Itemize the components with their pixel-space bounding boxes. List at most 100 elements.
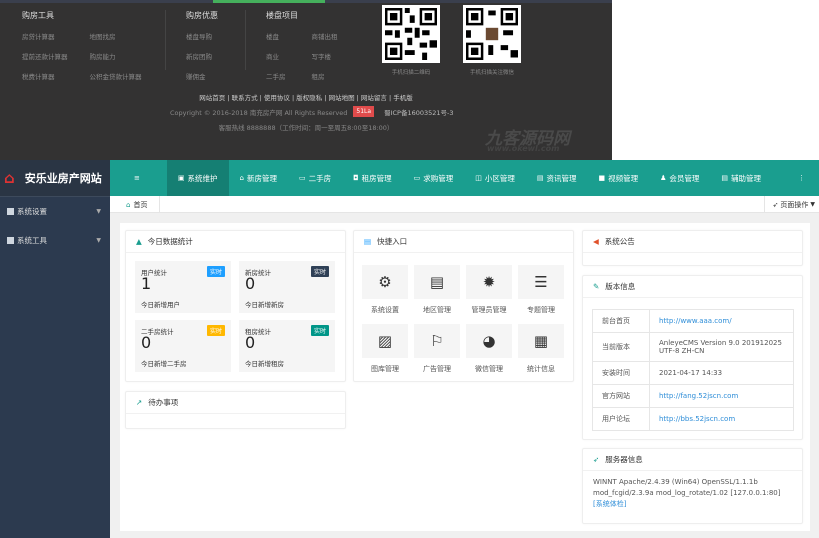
quick-link-icon: ☰ xyxy=(534,273,548,291)
nav-label: 辅助管理 xyxy=(731,173,762,183)
footer-col-title: 购房工具 xyxy=(22,11,54,20)
card-title: 今日数据统计 xyxy=(147,237,193,246)
card-title: 服务器信息 xyxy=(605,455,643,464)
nav-icon: ♟ xyxy=(660,174,667,182)
footer-nav-links[interactable]: 网站首页 | 联系方式 | 使用协议 | 版权隐私 | 网站地图 | 网站留言 … xyxy=(0,92,612,102)
nav-icon: ▣ xyxy=(177,174,185,182)
quick-link-label[interactable]: 系统设置 xyxy=(359,305,411,315)
footer-link[interactable]: 二手房 xyxy=(266,71,286,81)
nav-icon: ⋮ xyxy=(798,174,805,182)
breadcrumb-label: 首页 xyxy=(133,200,148,209)
stat-sub: 今日新增新房 xyxy=(245,301,284,309)
nav-item[interactable]: ■ 视频管理 xyxy=(588,160,650,196)
nav-label: 资讯管理 xyxy=(546,173,577,183)
megaphone-icon: ◀ xyxy=(593,237,599,246)
breadcrumb-bar: ⌂ 首页 ➶ 页面操作 ▼ xyxy=(110,196,819,213)
quick-link-button[interactable]: ⚙ xyxy=(362,265,408,299)
quick-link-button[interactable]: ✹ xyxy=(466,265,512,299)
nav-item[interactable]: ♟ 会员管理 xyxy=(649,160,710,196)
version-table: 前台首页 http://www.aaa.com/当前版本 AnleyeCMS Ver… xyxy=(592,309,794,431)
quick-link-button[interactable]: ▨ xyxy=(362,324,408,358)
footer-link[interactable]: 楼盘 xyxy=(266,31,286,41)
quick-link-icon: ⚐ xyxy=(430,332,444,350)
site-name: 安乐业房产网站 xyxy=(24,172,102,185)
footer-link[interactable]: 赚佣金 xyxy=(186,71,218,81)
card-title: 快捷入口 xyxy=(377,237,408,246)
stat-value: 0 xyxy=(245,333,256,352)
row-text: 2021-04-17 14:33 xyxy=(659,369,723,377)
footer-link[interactable]: 楼盘导购 xyxy=(186,31,218,41)
quick-link-label[interactable]: 专题管理 xyxy=(515,305,567,315)
todo-card: ↗ 待办事项 xyxy=(125,391,346,429)
quick-link-label[interactable]: 管理员管理 xyxy=(463,305,515,315)
page-ops-dropdown[interactable]: ➶ 页面操作 ▼ xyxy=(763,196,819,213)
nav-item[interactable]: ◘ 租房管理 xyxy=(342,160,403,196)
nav-item[interactable]: ≡ xyxy=(110,160,167,196)
quick-link-button[interactable]: ▦ xyxy=(518,324,564,358)
version-info-card: ✎ 版本信息 前台首页 http://www.aaa.com/当前版本 AnleyeC… xyxy=(582,275,803,440)
footer-link[interactable]: 提前还款计算器 xyxy=(22,51,68,61)
table-row: 用户论坛 http://bbs.52jscn.com xyxy=(592,407,794,431)
card-icon: ▤ xyxy=(364,237,372,246)
quick-link-label[interactable]: 统计信息 xyxy=(515,364,567,374)
nav-item[interactable]: ▭ 二手房 xyxy=(288,160,342,196)
dashboard-content: ▲ 今日数据统计 用户统计 实时 1 今日新增用户 新房统计 实时 0 今日新增新房 二手房统计实… xyxy=(120,223,810,531)
nav-item[interactable]: ⋮ xyxy=(787,160,819,196)
quick-link-button[interactable]: ☰ xyxy=(518,265,564,299)
quick-link-button[interactable]: ◕ xyxy=(466,324,512,358)
table-row: 官方网站 http://fang.52jscn.com xyxy=(592,384,794,408)
footer-link[interactable]: 写字楼 xyxy=(312,51,338,61)
table-row: 当前版本 AnleyeCMS Version 9.0 201912025 UTF-… xyxy=(592,332,794,362)
realtime-badge: 实时 xyxy=(310,325,329,336)
tools-icon xyxy=(7,237,14,244)
footer-col-title: 购房优惠 xyxy=(186,11,218,20)
system-check-link[interactable]: [系统体检] xyxy=(593,500,626,508)
row-link[interactable]: http://fang.52jscn.com xyxy=(659,392,738,400)
quick-link-label[interactable]: 微信管理 xyxy=(463,364,515,374)
nav-item[interactable]: ▤ 资讯管理 xyxy=(526,160,588,196)
row-key: 官方网站 xyxy=(592,384,650,408)
site-logo[interactable]: ⌂ 安乐业房产网站 xyxy=(0,160,110,196)
footer-link[interactable]: 商铺出租 xyxy=(312,31,338,41)
nav-icon: ▤ xyxy=(536,174,544,182)
quick-link-label[interactable]: 广告管理 xyxy=(411,364,463,374)
nav-item[interactable]: ▣ 系统维护 xyxy=(166,160,229,196)
nav-item[interactable]: ⌂ 新房管理 xyxy=(229,160,288,196)
breadcrumb-home-tab[interactable]: ⌂ 首页 xyxy=(110,196,161,213)
stat-tile: 二手房统计 实时 0 今日新增二手房 xyxy=(135,320,231,372)
quick-link-icon: ✹ xyxy=(482,273,496,291)
nav-item[interactable]: ▭ 求购管理 xyxy=(403,160,465,196)
stats-badge[interactable]: 51La xyxy=(353,106,375,117)
home-icon: ⌂ xyxy=(126,200,131,209)
pencil-icon: ✎ xyxy=(593,282,600,291)
row-link[interactable]: http://www.aaa.com/ xyxy=(659,317,732,325)
quick-link-label[interactable]: 图库管理 xyxy=(359,364,411,374)
quick-link-button[interactable]: ▤ xyxy=(414,265,460,299)
footer-copyright-row: Copyright © 2016-2018 南充房产网 All Rights R… xyxy=(170,106,454,117)
today-stats-card: ▲ 今日数据统计 用户统计 实时 1 今日新增用户 新房统计 实时 0 今日新增新房 二手房统计实… xyxy=(125,230,346,382)
footer-link[interactable]: 商业 xyxy=(266,51,286,61)
footer-link[interactable]: 公积金贷款计算器 xyxy=(90,71,142,81)
qr-caption: 手机扫描二维码 xyxy=(391,70,431,76)
stat-tile: 租房统计 实时 0 今日新增租房 xyxy=(239,320,335,372)
quick-link-label[interactable]: 地区管理 xyxy=(411,305,463,315)
footer-link[interactable]: 购房能力 xyxy=(90,51,142,61)
footer-link[interactable]: 房贷计算器 xyxy=(22,31,68,41)
realtime-badge: 实时 xyxy=(310,266,329,277)
nav-item[interactable]: ▤ 辅助管理 xyxy=(710,160,772,196)
row-link[interactable]: http://bbs.52jscn.com xyxy=(659,415,735,423)
footer-link[interactable]: 新房团购 xyxy=(186,51,218,61)
qr-code-mobile xyxy=(382,5,440,63)
nav-item[interactable]: ◫ 小区管理 xyxy=(464,160,526,196)
nav-label: 小区管理 xyxy=(484,173,515,183)
sidebar-item-system-settings[interactable]: 系统设置 ▼ xyxy=(0,197,110,226)
footer-link[interactable]: 税费计算器 xyxy=(22,71,68,81)
sidebar-item-system-tools[interactable]: 系统工具 ▼ xyxy=(0,226,110,255)
footer-link[interactable]: 地图找房 xyxy=(90,31,142,41)
icp-number[interactable]: 蜀ICP备16003521号-3 xyxy=(384,107,453,117)
nav-label: 二手房 xyxy=(308,173,332,183)
nav-icon: ≡ xyxy=(134,174,140,182)
quick-link-button[interactable]: ⚐ xyxy=(414,324,460,358)
footer-link[interactable]: 租房 xyxy=(312,71,338,81)
sidebar: 系统设置 ▼ 系统工具 ▼ xyxy=(0,196,110,538)
